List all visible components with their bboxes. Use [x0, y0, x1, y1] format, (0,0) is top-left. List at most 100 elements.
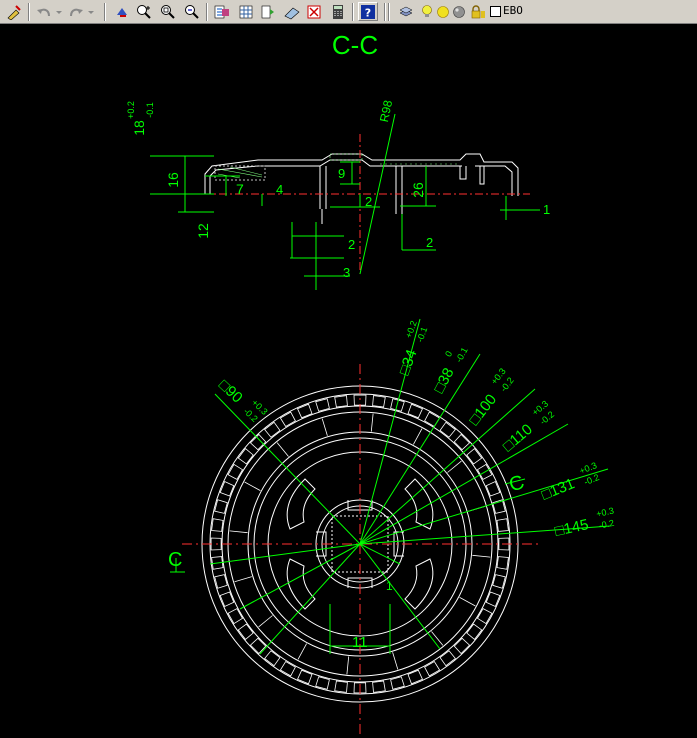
separator: [206, 3, 208, 21]
sq-100-base: □100: [466, 391, 500, 428]
dim-18-tol-up: +0.2: [126, 101, 136, 119]
dim-1-center: 1: [386, 579, 393, 593]
properties-icon[interactable]: [212, 2, 232, 21]
rim-slot: [439, 650, 456, 667]
sq-145-base: □145: [553, 516, 590, 540]
rib: [229, 530, 248, 534]
sq-34-dn: -0.1: [415, 326, 430, 344]
pan-icon[interactable]: [112, 2, 132, 21]
rim-slot: [211, 518, 224, 532]
rim-slot: [237, 448, 254, 465]
rib: [297, 643, 307, 660]
rim-slot: [424, 660, 441, 677]
undo-icon[interactable]: [34, 2, 54, 21]
rim-slot: [279, 411, 296, 428]
radius-label: R98: [377, 99, 395, 124]
sq-90-base: □90: [215, 376, 245, 406]
sq-38-base: □38: [431, 365, 458, 396]
layer-properties-icon[interactable]: [396, 2, 416, 21]
rib: [346, 656, 350, 675]
rim-slot: [466, 448, 483, 465]
lock-icon[interactable]: [470, 2, 486, 21]
dim-3: 3: [343, 265, 350, 280]
cad-toolbar: ? EBO: [0, 0, 697, 24]
layer-name[interactable]: EBO: [503, 4, 523, 17]
dim-4: 4: [276, 182, 283, 197]
rim-slot: [227, 463, 244, 480]
rib: [276, 442, 289, 457]
design-center-icon[interactable]: [236, 2, 256, 21]
dim-2c: 2: [426, 235, 433, 250]
zoom-previous-icon[interactable]: [182, 2, 202, 21]
rib: [459, 597, 476, 607]
rim-slot: [466, 623, 483, 640]
dim-26: 26: [410, 182, 426, 198]
rim-slot: [264, 650, 281, 667]
rim-slot: [476, 608, 493, 625]
rim-slot: [353, 394, 367, 406]
rim-slot: [453, 637, 471, 655]
dim-16: 16: [165, 172, 181, 188]
section-view: [155, 134, 530, 274]
rim-slot: [249, 637, 267, 655]
rib: [392, 652, 399, 670]
plan-view: C C 11 1: [168, 318, 611, 738]
dim-2b: 2: [348, 237, 355, 252]
separator: [388, 3, 390, 21]
calculator-icon[interactable]: [328, 2, 348, 21]
sq-131-base: □131: [539, 475, 577, 504]
section-title: C-C: [332, 30, 378, 60]
drawing-canvas[interactable]: C-C 18 +0.2 -0.1 16 12 7 4 9 2 2 2 26 1 …: [0, 24, 697, 738]
rim-slot: [372, 680, 386, 693]
rim-slot: [334, 395, 348, 408]
dim-18-tol-dn: -0.1: [145, 102, 155, 118]
rib: [258, 615, 273, 628]
separator: [384, 3, 386, 21]
dim-18-base: 18: [131, 120, 147, 136]
dim-12: 12: [195, 223, 211, 239]
separator: [28, 3, 30, 21]
help-icon[interactable]: ?: [358, 2, 378, 21]
rim-slot: [279, 660, 296, 677]
tool-palettes-icon[interactable]: [258, 2, 278, 21]
zoom-realtime-icon[interactable]: [134, 2, 154, 21]
dim-11: 11: [352, 634, 368, 651]
rim-slot: [424, 411, 441, 428]
rib: [472, 554, 491, 558]
sheet-set-icon[interactable]: [282, 2, 302, 21]
dim-7: 7: [236, 181, 244, 197]
zoom-window-icon[interactable]: [158, 2, 178, 21]
rib: [244, 481, 261, 491]
sun-icon[interactable]: [436, 2, 450, 21]
redo-dropdown-icon[interactable]: [86, 2, 96, 21]
dim-2a: 2: [365, 194, 372, 209]
rib: [447, 460, 462, 473]
rim-slot: [439, 421, 456, 438]
rim-slot: [237, 623, 254, 640]
rim-slot: [453, 433, 471, 451]
svg-text:?: ?: [365, 6, 371, 19]
undo-dropdown-icon[interactable]: [54, 2, 64, 21]
sq-38-dn: -0.1: [454, 346, 470, 364]
rib: [431, 631, 444, 646]
dim-9: 9: [338, 166, 345, 181]
rim-slot: [334, 680, 348, 693]
sq-110-base: □110: [500, 421, 536, 455]
layer-color-swatch[interactable]: [490, 6, 501, 17]
match-properties-icon[interactable]: [4, 2, 24, 21]
sphere-icon[interactable]: [452, 2, 466, 21]
rim-slot: [249, 433, 267, 451]
rib: [234, 576, 252, 583]
rim-slot: [227, 608, 244, 625]
sq-34-base: □34: [396, 347, 421, 377]
redo-icon[interactable]: [66, 2, 86, 21]
rib: [413, 428, 423, 445]
section-dimension-lines: [150, 113, 540, 290]
sq-38-up: 0: [443, 349, 454, 358]
rim-slot: [264, 421, 281, 438]
rib: [321, 418, 328, 436]
separator: [352, 3, 354, 21]
lightbulb-icon[interactable]: [420, 2, 434, 21]
markup-icon[interactable]: [304, 2, 324, 21]
rim-slot: [496, 556, 509, 570]
